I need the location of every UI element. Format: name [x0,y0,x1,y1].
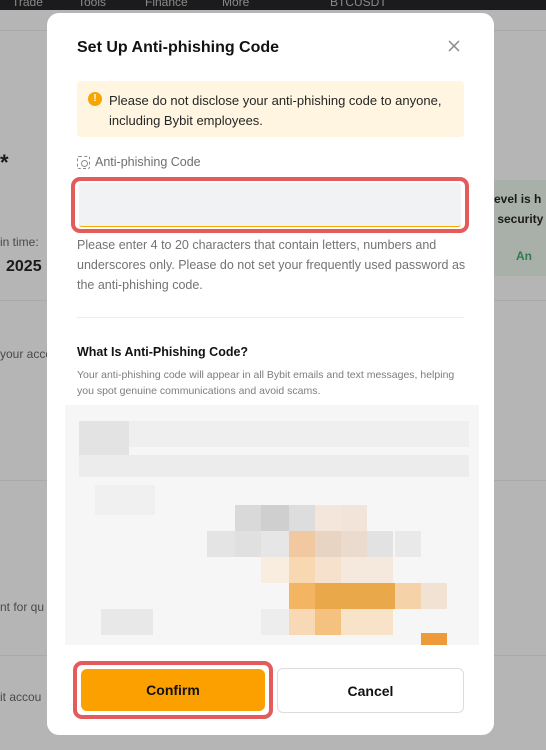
background-star: * [0,150,9,175]
image-pixel [395,531,421,557]
background-your-account: your acco [0,347,53,361]
image-pixel [235,505,261,531]
nav-more[interactable]: More [222,0,249,9]
image-pixel [315,505,341,531]
image-pixel [235,531,261,557]
image-pixel [289,505,315,531]
image-pixel [421,633,447,645]
image-pixel [79,421,129,455]
info-icon: ! [88,92,102,106]
confirm-button[interactable]: Confirm [81,669,265,711]
background-for-quick: nt for qu [0,600,45,614]
nav-search-ticker[interactable]: BTCUSDT [330,0,387,9]
nav-tools[interactable]: Tools [78,0,106,9]
image-pixel [315,583,395,609]
anti-phishing-modal: Set Up Anti-phishing Code ! Please do no… [47,13,494,735]
image-pixel [261,609,289,635]
image-pixel [261,557,289,583]
close-icon-glyph [448,40,460,52]
background-year: 2025 [6,258,42,275]
image-pixel [341,557,393,583]
image-pixel [315,531,341,557]
image-pixel [395,583,421,609]
image-pixel [95,485,155,515]
image-pixel [261,505,289,531]
nav-finance[interactable]: Finance [145,0,188,9]
image-pixel [315,609,341,635]
anti-phishing-code-label: Anti-phishing Code [77,155,201,169]
image-pixel [341,531,367,557]
image-pixel [101,609,153,635]
scan-code-icon [77,155,90,169]
background-security-text: f security [490,212,544,226]
field-label-text: Anti-phishing Code [95,155,201,169]
image-pixel [129,421,469,447]
background-check-text: An [516,249,532,263]
info-section-title: What Is Anti-Phishing Code? [77,345,249,359]
image-pixel [341,505,367,531]
cancel-button[interactable]: Cancel [277,668,464,713]
info-section-description: Your anti-phishing code will appear in a… [77,369,455,397]
warning-text: Please do not disclose your anti-phishin… [109,93,442,128]
image-pixel [261,531,289,557]
background-level-text: evel is h [494,192,542,206]
top-navigation: Trade Tools Finance More BTCUSDT [0,0,546,10]
modal-title: Set Up Anti-phishing Code [77,39,280,56]
image-pixel [315,557,341,583]
image-pixel [289,557,315,583]
anti-phishing-code-input[interactable] [79,183,461,227]
image-pixel [367,531,393,557]
image-pixel [289,531,315,557]
image-pixel [79,455,469,477]
image-pixel [341,609,393,635]
example-email-image [65,405,479,645]
close-icon[interactable] [443,35,465,57]
background-bybit-account: it accou [0,690,42,704]
warning-banner: ! Please do not disclose your anti-phish… [77,81,464,137]
section-divider [77,317,464,318]
nav-trade[interactable]: Trade [12,0,43,9]
background-login-time-label: in time: [0,235,39,249]
image-pixel [289,583,315,609]
image-pixel [207,531,235,557]
image-pixel [421,583,447,609]
image-pixel [289,609,315,635]
input-hint-text: Please enter 4 to 20 characters that con… [77,238,466,292]
